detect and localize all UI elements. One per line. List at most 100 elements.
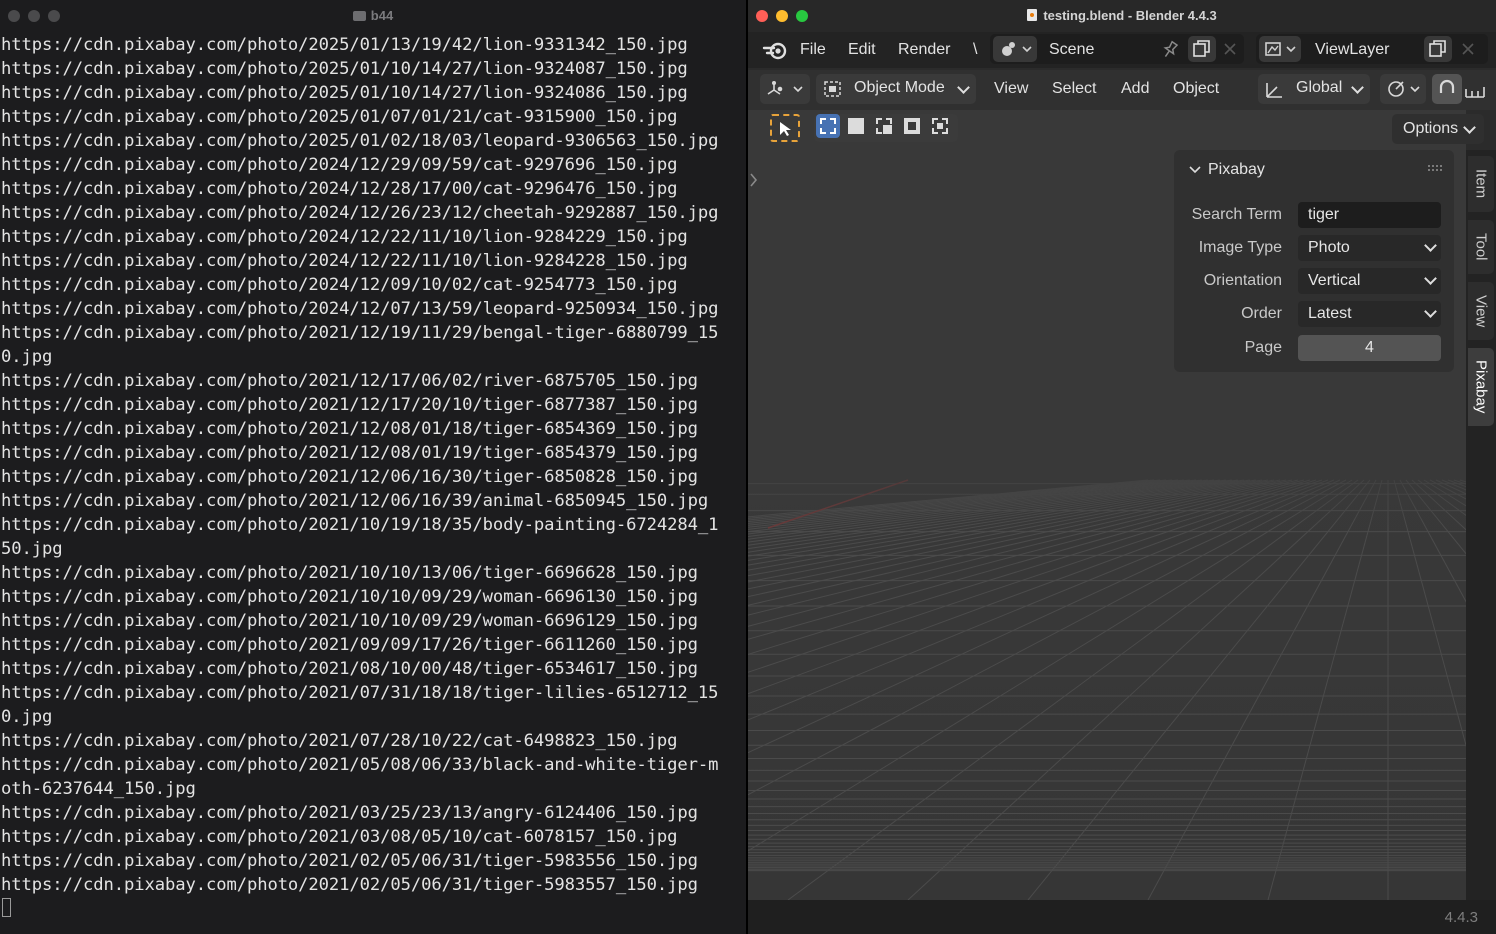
new-view-layer-button[interactable] (1424, 36, 1452, 62)
menu-edit[interactable]: Edit (848, 41, 876, 59)
editor-type-button[interactable] (760, 74, 810, 104)
terminal-line: https://cdn.pixabay.com/photo/2021/10/19… (1, 515, 719, 535)
snap-toggle[interactable] (1432, 74, 1462, 104)
orientation-label: Global (1296, 79, 1343, 96)
page-number-field[interactable]: 4 (1298, 335, 1441, 361)
pivot-icon (1388, 81, 1420, 97)
terminal-line: https://cdn.pixabay.com/photo/2021/10/10… (1, 563, 698, 583)
select-intersect-icon (932, 118, 948, 134)
order-dropdown[interactable]: Latest (1298, 301, 1441, 327)
tab-pixabay[interactable]: Pixabay (1468, 348, 1494, 426)
image-type-dropdown[interactable]: Photo (1298, 235, 1441, 261)
view-layer-name[interactable]: ViewLayer (1315, 41, 1389, 59)
terminal-line: https://cdn.pixabay.com/photo/2024/12/22… (1, 251, 688, 271)
scene-browse-button[interactable] (993, 36, 1037, 62)
terminal-line: https://cdn.pixabay.com/photo/2021/10/10… (1, 611, 698, 631)
menu-view[interactable]: View (994, 80, 1028, 98)
select-new-button[interactable] (816, 114, 840, 138)
render-layers-icon (1265, 42, 1296, 56)
chevron-down-icon (957, 81, 970, 94)
sidebar-tabs: Item Tool View Pixabay (1466, 150, 1496, 910)
select-extend-button[interactable] (844, 114, 868, 138)
object-mode-label: Object Mode (854, 79, 945, 96)
terminal-line: 0.jpg (1, 347, 53, 367)
transform-orientation-dropdown[interactable]: Global (1258, 74, 1370, 104)
terminal-line: https://cdn.pixabay.com/photo/2021/09/09… (1, 635, 698, 655)
terminal-line: https://cdn.pixabay.com/photo/2024/12/28… (1, 179, 678, 199)
terminal-line: https://cdn.pixabay.com/photo/2021/10/10… (1, 587, 698, 607)
select-invert-button[interactable] (900, 114, 924, 138)
select-subtract-button[interactable] (872, 114, 896, 138)
menu-object[interactable]: Object (1173, 80, 1219, 98)
scene-name[interactable]: Scene (1049, 41, 1094, 59)
toolbar-expand-icon[interactable] (748, 170, 760, 190)
terminal-line: https://cdn.pixabay.com/photo/2021/12/17… (1, 395, 698, 415)
magnet-icon (1439, 79, 1455, 93)
select-tool-button[interactable] (770, 114, 800, 142)
blend-file-icon (1027, 9, 1038, 21)
orientation-label: Orientation (1203, 272, 1282, 289)
orientation-value: Vertical (1308, 272, 1361, 289)
top-bar: File Edit Render \ Scene ViewLayer (748, 32, 1496, 68)
window-title-text: testing.blend - Blender 4.4.3 (1043, 8, 1217, 23)
menu-select[interactable]: Select (1052, 80, 1096, 98)
terminal-line: 0.jpg (1, 707, 53, 727)
folder-icon (352, 11, 366, 21)
terminal-line: https://cdn.pixabay.com/photo/2021/07/31… (1, 683, 719, 703)
image-type-label: Image Type (1198, 239, 1282, 256)
drag-handle-icon[interactable] (1427, 164, 1445, 172)
orientation-global-icon (1266, 83, 1282, 98)
object-mode-dropdown[interactable]: Object Mode (816, 74, 976, 104)
options-dropdown[interactable]: Options (1392, 114, 1484, 144)
terminal-window: b44 https://cdn.pixabay.com/photo/2025/0… (0, 0, 746, 934)
terminal-title-text: b44 (370, 8, 394, 23)
terminal-line: https://cdn.pixabay.com/photo/2024/12/09… (1, 275, 678, 295)
tab-item[interactable]: Item (1468, 156, 1494, 212)
order-label: Order (1241, 305, 1282, 322)
new-scene-button[interactable] (1188, 36, 1216, 62)
search-term-field[interactable]: tiger (1298, 202, 1441, 228)
blender-logo-icon[interactable] (762, 40, 790, 60)
search-term-label: Search Term (1191, 206, 1282, 223)
select-subtract-icon (876, 118, 892, 134)
select-intersect-button[interactable] (928, 114, 952, 138)
menu-file[interactable]: File (800, 41, 826, 59)
delete-scene-icon[interactable] (1224, 43, 1236, 55)
terminal-line: https://cdn.pixabay.com/photo/2021/12/06… (1, 491, 709, 511)
tab-tool[interactable]: Tool (1468, 220, 1494, 274)
pin-icon[interactable] (1160, 40, 1180, 60)
viewport-header: Object Mode View Select Add Object Globa… (748, 70, 1496, 110)
terminal-title: b44 (0, 8, 746, 23)
blender-titlebar: testing.blend - Blender 4.4.3 (748, 0, 1496, 32)
collapse-chevron-icon[interactable] (1188, 164, 1202, 176)
terminal-titlebar: b44 (0, 0, 746, 32)
image-type-value: Photo (1308, 239, 1350, 256)
terminal-line: https://cdn.pixabay.com/photo/2025/01/02… (1, 131, 719, 151)
terminal-line: https://cdn.pixabay.com/photo/2021/07/28… (1, 731, 678, 751)
page-label: Page (1244, 339, 1282, 356)
order-value: Latest (1308, 305, 1352, 322)
select-new-icon (820, 118, 836, 134)
view-layer-browse-button[interactable] (1259, 36, 1301, 62)
menu-add[interactable]: Add (1121, 80, 1149, 98)
orientation-dropdown[interactable]: Vertical (1298, 268, 1441, 294)
pivot-point-dropdown[interactable] (1380, 74, 1426, 104)
panel-title[interactable]: Pixabay (1208, 161, 1265, 179)
snap-increment-icon[interactable] (1464, 81, 1488, 99)
delete-view-layer-icon[interactable] (1462, 43, 1474, 55)
terminal-line: https://cdn.pixabay.com/photo/2021/05/08… (1, 755, 719, 775)
status-bar: 4.4.3 (748, 900, 1496, 934)
terminal-line: https://cdn.pixabay.com/photo/2025/01/10… (1, 59, 688, 79)
terminal-line: https://cdn.pixabay.com/photo/2021/12/06… (1, 467, 698, 487)
terminal-line: https://cdn.pixabay.com/photo/2021/03/08… (1, 827, 678, 847)
scene-icon (1002, 42, 1032, 56)
terminal-line: https://cdn.pixabay.com/photo/2024/12/22… (1, 227, 688, 247)
terminal-cursor (2, 898, 11, 917)
tab-view[interactable]: View (1468, 282, 1494, 340)
menu-overflow[interactable]: \ (973, 41, 977, 59)
duplicate-icon (1193, 40, 1210, 57)
terminal-line: https://cdn.pixabay.com/photo/2025/01/07… (1, 107, 678, 127)
terminal-line: https://cdn.pixabay.com/photo/2021/02/05… (1, 875, 698, 895)
menu-render[interactable]: Render (898, 41, 950, 59)
terminal-output[interactable]: https://cdn.pixabay.com/photo/2025/01/13… (1, 33, 741, 897)
